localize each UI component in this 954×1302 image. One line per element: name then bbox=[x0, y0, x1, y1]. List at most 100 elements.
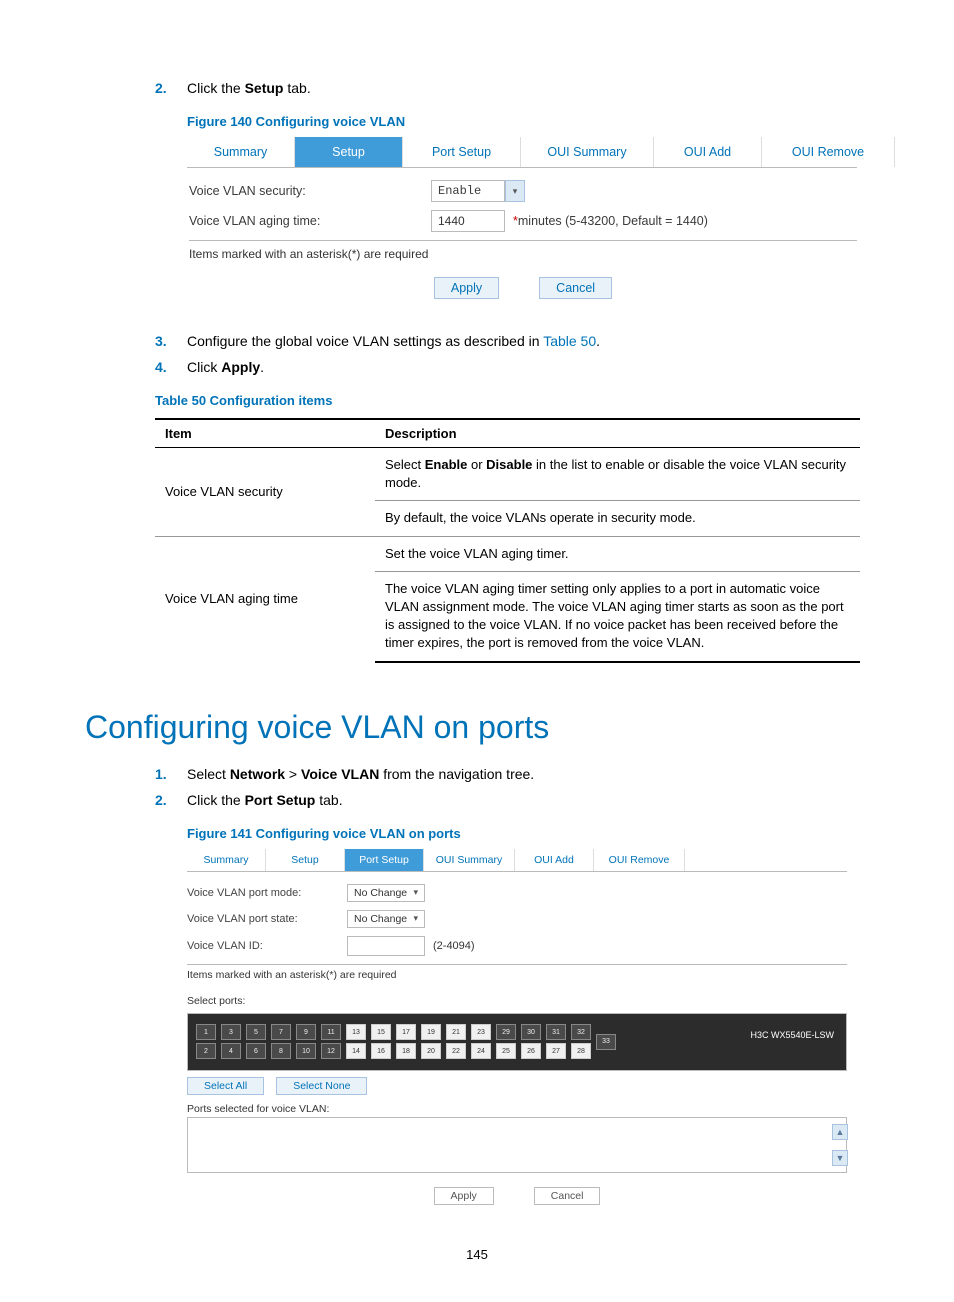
port[interactable]: 23 bbox=[471, 1024, 491, 1040]
table-50: Item Description Voice VLAN security Sel… bbox=[155, 418, 860, 663]
step-p2: 2. Click the Port Setup tab. bbox=[155, 792, 869, 808]
aging-label: Voice VLAN aging time: bbox=[189, 214, 431, 228]
figure-140: Summary Setup Port Setup OUI Summary OUI… bbox=[187, 137, 857, 305]
security-label: Voice VLAN security: bbox=[189, 184, 431, 198]
port[interactable]: 12 bbox=[321, 1043, 341, 1059]
port[interactable]: 15 bbox=[371, 1024, 391, 1040]
td-desc: Set the voice VLAN aging timer. bbox=[375, 536, 860, 571]
select-all-button[interactable]: Select All bbox=[187, 1077, 264, 1095]
figure-140-caption: Figure 140 Configuring voice VLAN bbox=[187, 114, 869, 129]
required-note: Items marked with an asterisk(*) are req… bbox=[189, 240, 857, 261]
tab-setup[interactable]: Setup bbox=[266, 849, 345, 871]
vlanid-label: Voice VLAN ID: bbox=[187, 940, 347, 952]
state-select[interactable]: No Change▾ bbox=[347, 910, 425, 928]
step-p1: 1. Select Network > Voice VLAN from the … bbox=[155, 766, 869, 782]
td-desc: By default, the voice VLANs operate in s… bbox=[375, 501, 860, 536]
aging-unit: minutes (5-43200, Default = 1440) bbox=[518, 214, 708, 228]
port[interactable]: 4 bbox=[221, 1043, 241, 1059]
step-num: 4. bbox=[155, 359, 167, 375]
port[interactable]: 20 bbox=[421, 1043, 441, 1059]
move-up-icon[interactable]: ▲ bbox=[832, 1124, 848, 1140]
port[interactable]: 30 bbox=[521, 1024, 541, 1040]
table-50-ref[interactable]: Table 50 bbox=[543, 333, 596, 349]
port[interactable]: 13 bbox=[346, 1024, 366, 1040]
apply-button[interactable]: Apply bbox=[434, 1187, 494, 1205]
step-num: 3. bbox=[155, 333, 167, 349]
step-4: 4. Click Apply. bbox=[155, 359, 869, 375]
apply-button[interactable]: Apply bbox=[434, 277, 499, 299]
td-item: Voice VLAN security bbox=[155, 448, 375, 537]
figure-141: Summary Setup Port Setup OUI Summary OUI… bbox=[187, 849, 847, 1205]
board-label: H3C WX5540E-LSW bbox=[750, 1030, 834, 1040]
td-desc: The voice VLAN aging timer setting only … bbox=[375, 571, 860, 661]
port[interactable]: 33 bbox=[596, 1034, 616, 1050]
port[interactable]: 27 bbox=[546, 1043, 566, 1059]
port[interactable]: 16 bbox=[371, 1043, 391, 1059]
port[interactable]: 14 bbox=[346, 1043, 366, 1059]
tab-oui-add[interactable]: OUI Add bbox=[515, 849, 594, 871]
ports-selected-label: Ports selected for voice VLAN: bbox=[187, 1103, 847, 1115]
port[interactable]: 3 bbox=[221, 1024, 241, 1040]
th-desc: Description bbox=[375, 419, 860, 448]
port[interactable]: 11 bbox=[321, 1024, 341, 1040]
td-item: Voice VLAN aging time bbox=[155, 536, 375, 661]
tab-oui-summary[interactable]: OUI Summary bbox=[521, 137, 654, 167]
chevron-down-icon: ▾ bbox=[413, 913, 418, 924]
step-num: 1. bbox=[155, 766, 167, 782]
port[interactable]: 1 bbox=[196, 1024, 216, 1040]
port[interactable]: 2 bbox=[196, 1043, 216, 1059]
port[interactable]: 29 bbox=[496, 1024, 516, 1040]
port[interactable]: 28 bbox=[571, 1043, 591, 1059]
tab-summary[interactable]: Summary bbox=[187, 137, 295, 167]
port[interactable]: 31 bbox=[546, 1024, 566, 1040]
port-board: H3C WX5540E-LSW 123456789101112131415161… bbox=[187, 1013, 847, 1071]
chevron-down-icon: ▾ bbox=[413, 887, 418, 898]
port[interactable]: 17 bbox=[396, 1024, 416, 1040]
tab-summary[interactable]: Summary bbox=[187, 849, 266, 871]
port[interactable]: 10 bbox=[296, 1043, 316, 1059]
step-2: 2. Click the Setup tab. bbox=[155, 80, 869, 96]
port[interactable]: 24 bbox=[471, 1043, 491, 1059]
port[interactable]: 32 bbox=[571, 1024, 591, 1040]
tab-oui-add[interactable]: OUI Add bbox=[654, 137, 762, 167]
port[interactable]: 5 bbox=[246, 1024, 266, 1040]
state-label: Voice VLAN port state: bbox=[187, 913, 347, 925]
tab-oui-remove[interactable]: OUI Remove bbox=[594, 849, 685, 871]
tab-oui-summary[interactable]: OUI Summary bbox=[424, 849, 515, 871]
tab-oui-remove[interactable]: OUI Remove bbox=[762, 137, 895, 167]
port[interactable]: 6 bbox=[246, 1043, 266, 1059]
aging-input[interactable]: 1440 bbox=[431, 210, 505, 232]
step-3: 3. Configure the global voice VLAN setti… bbox=[155, 333, 869, 349]
tab-setup[interactable]: Setup bbox=[295, 137, 403, 167]
mode-label: Voice VLAN port mode: bbox=[187, 887, 347, 899]
port[interactable]: 8 bbox=[271, 1043, 291, 1059]
cancel-button[interactable]: Cancel bbox=[534, 1187, 601, 1205]
port[interactable]: 18 bbox=[396, 1043, 416, 1059]
mode-select[interactable]: No Change▾ bbox=[347, 884, 425, 902]
port[interactable]: 21 bbox=[446, 1024, 466, 1040]
table-50-caption: Table 50 Configuration items bbox=[155, 393, 869, 408]
port[interactable]: 7 bbox=[271, 1024, 291, 1040]
select-ports-label: Select ports: bbox=[187, 995, 847, 1007]
step-num: 2. bbox=[155, 792, 167, 808]
port[interactable]: 22 bbox=[446, 1043, 466, 1059]
security-select[interactable]: Enable bbox=[431, 180, 505, 202]
select-none-button[interactable]: Select None bbox=[276, 1077, 367, 1095]
tab-port-setup[interactable]: Port Setup bbox=[345, 849, 424, 871]
port[interactable]: 19 bbox=[421, 1024, 441, 1040]
port[interactable]: 25 bbox=[496, 1043, 516, 1059]
move-down-icon[interactable]: ▼ bbox=[832, 1150, 848, 1166]
port[interactable]: 26 bbox=[521, 1043, 541, 1059]
td-desc: Select Enable or Disable in the list to … bbox=[375, 448, 860, 501]
figure-141-caption: Figure 141 Configuring voice VLAN on por… bbox=[187, 826, 869, 841]
required-note: Items marked with an asterisk(*) are req… bbox=[187, 964, 847, 981]
th-item: Item bbox=[155, 419, 375, 448]
port[interactable]: 9 bbox=[296, 1024, 316, 1040]
dropdown-icon[interactable]: ▾ bbox=[505, 180, 525, 202]
vlanid-range: (2-4094) bbox=[433, 940, 475, 952]
vlanid-input[interactable] bbox=[347, 936, 425, 956]
page-number: 145 bbox=[85, 1247, 869, 1262]
tab-port-setup[interactable]: Port Setup bbox=[403, 137, 521, 167]
cancel-button[interactable]: Cancel bbox=[539, 277, 612, 299]
section-heading: Configuring voice VLAN on ports bbox=[85, 709, 869, 746]
